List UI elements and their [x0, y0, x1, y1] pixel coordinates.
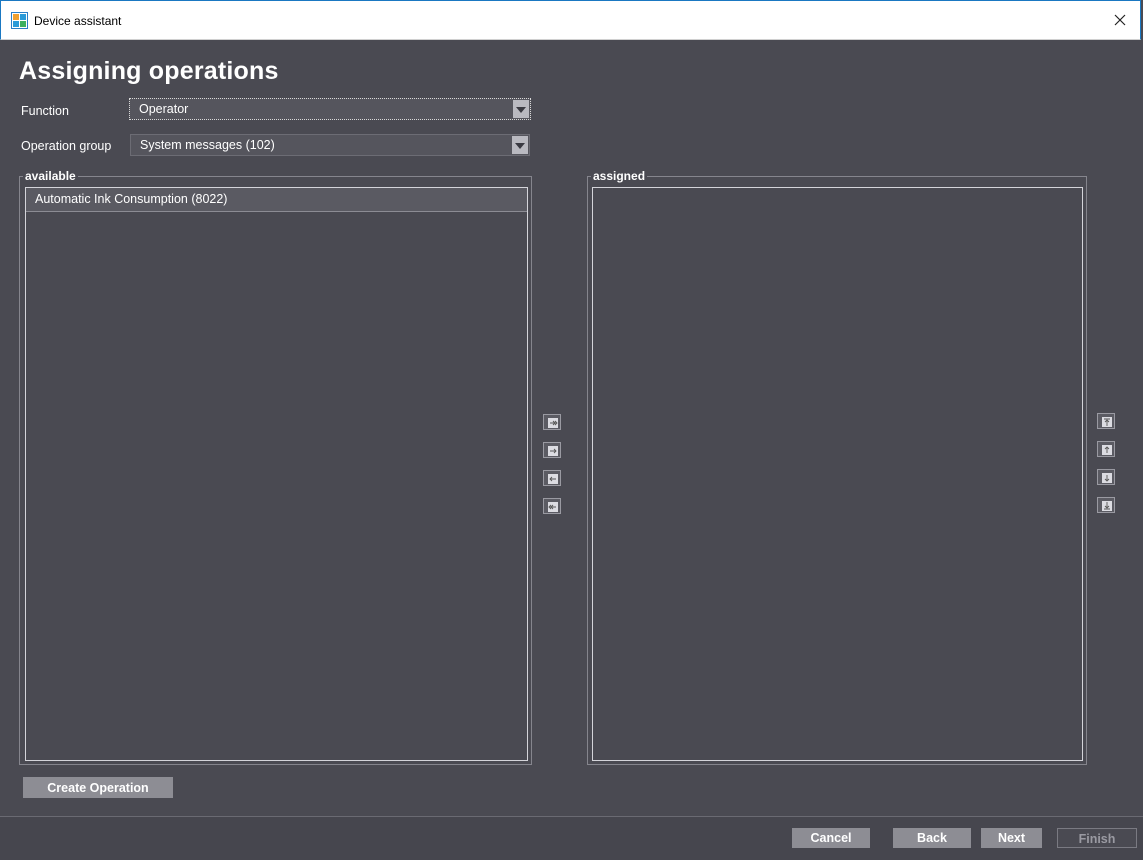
cancel-button[interactable]: Cancel [792, 828, 870, 848]
operation-group-select-value: System messages (102) [140, 138, 275, 152]
chevron-down-icon[interactable] [512, 136, 528, 154]
move-down-button[interactable] [1097, 469, 1115, 485]
operation-group-label: Operation group [21, 139, 112, 153]
device-assistant-icon [11, 12, 28, 29]
move-all-right-icon [548, 418, 558, 428]
assigned-group: assigned [587, 169, 1087, 765]
operation-group-select[interactable]: System messages (102) [130, 134, 530, 156]
available-group: available Automatic Ink Consumption (802… [19, 169, 532, 765]
function-select[interactable]: Operator [129, 98, 531, 120]
window-title: Device assistant [34, 14, 122, 28]
move-top-icon [1102, 417, 1112, 427]
move-bottom-button[interactable] [1097, 497, 1115, 513]
move-top-button[interactable] [1097, 413, 1115, 429]
function-select-value: Operator [139, 102, 189, 116]
move-left-button[interactable] [543, 470, 561, 486]
assigned-group-title: assigned [591, 169, 648, 183]
move-up-button[interactable] [1097, 441, 1115, 457]
close-button[interactable] [1100, 1, 1140, 39]
move-up-icon [1102, 445, 1112, 455]
available-list[interactable]: Automatic Ink Consumption (8022) [25, 187, 528, 761]
function-label: Function [21, 104, 69, 118]
move-all-left-button[interactable] [543, 498, 561, 514]
close-icon [1114, 14, 1126, 26]
move-all-left-icon [548, 502, 558, 512]
finish-button[interactable]: Finish [1057, 828, 1137, 848]
page-title: Assigning operations [19, 57, 279, 85]
back-button[interactable]: Back [893, 828, 971, 848]
move-down-icon [1102, 473, 1112, 483]
assigned-list[interactable] [592, 187, 1083, 761]
title-bar: Device assistant [0, 0, 1141, 40]
move-all-right-button[interactable] [543, 414, 561, 430]
move-right-icon [548, 446, 558, 456]
chevron-down-icon[interactable] [513, 100, 529, 118]
available-group-title: available [23, 169, 78, 183]
move-bottom-icon [1102, 501, 1112, 511]
create-operation-button[interactable]: Create Operation [23, 777, 173, 798]
next-button[interactable]: Next [981, 828, 1042, 848]
move-left-icon [548, 474, 558, 484]
footer-bar [0, 816, 1143, 860]
list-item[interactable]: Automatic Ink Consumption (8022) [26, 188, 527, 212]
move-right-button[interactable] [543, 442, 561, 458]
